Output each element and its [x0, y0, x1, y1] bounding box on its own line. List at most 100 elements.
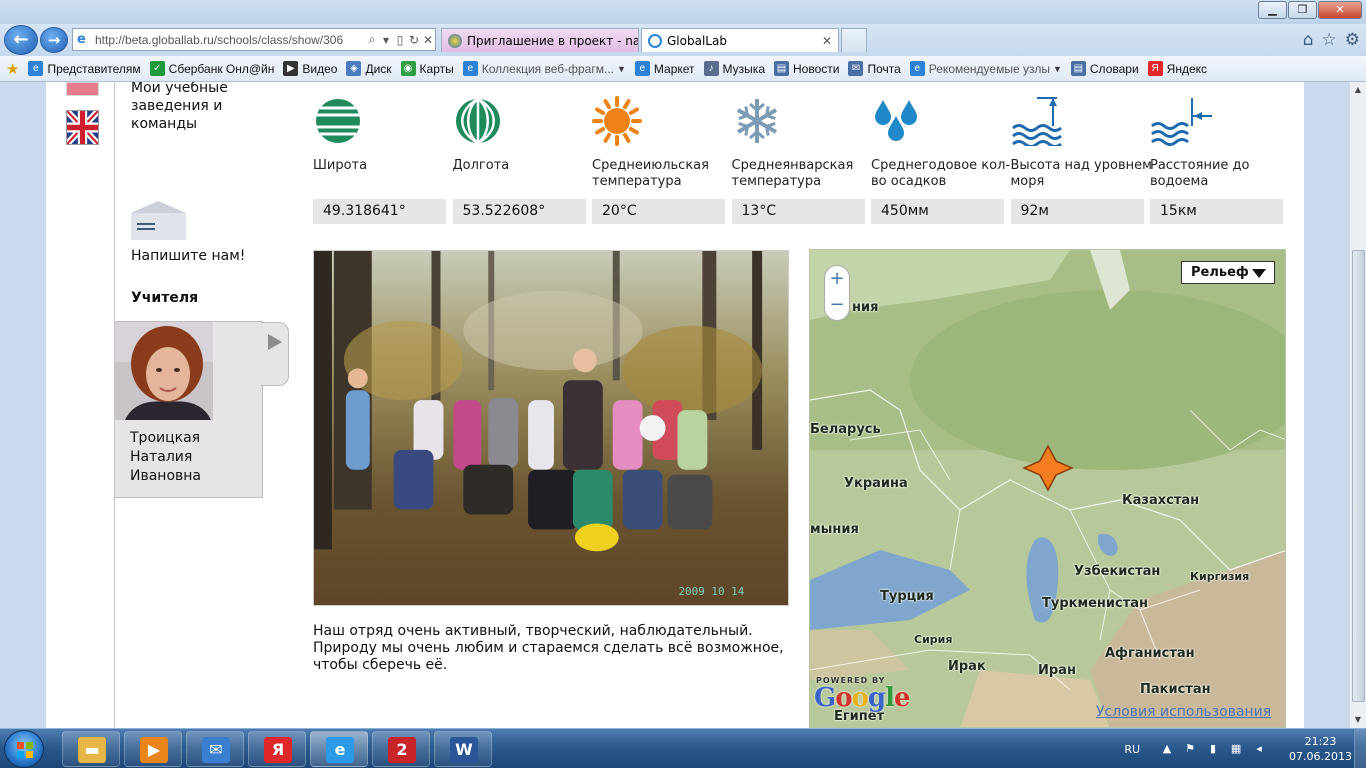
favorite-item[interactable]: ✉ Почта [848, 61, 901, 76]
param-label: Расстояние до водоема [1150, 158, 1250, 189]
google-logo[interactable]: Google [814, 683, 911, 713]
clock[interactable]: 21:23 07.06.2013 [1289, 734, 1352, 764]
favorites-star-icon[interactable]: ★ [6, 60, 19, 78]
dropdown-arrow-icon[interactable]: ▼ [617, 64, 626, 74]
taskbar-app-app-red[interactable]: 2 [372, 731, 430, 767]
favorite-item[interactable]: ✓ Сбербанк Онл@йн [149, 61, 274, 76]
favorites-list: e Представителям ✓ Сбербанк Онл@йн ▶ Видео ◈ Ди… [28, 61, 1216, 76]
language-indicator[interactable]: RU [1124, 743, 1140, 756]
teacher-card[interactable]: Троицкая Наталия Ивановна [115, 321, 289, 498]
flag-icon[interactable]: ⚑ [1183, 742, 1197, 756]
favorite-label: Коллекция веб-фрагм... [481, 61, 614, 76]
refresh-icon[interactable]: ↻ [407, 33, 421, 47]
team-description: Наш отряд очень активный, творческий, на… [313, 623, 784, 673]
favorite-label: Словари [1089, 61, 1139, 76]
tray-expand-icon[interactable]: ▲ [1160, 742, 1174, 756]
param-value: 20°C [592, 199, 725, 224]
favorite-item[interactable]: e Маркет [634, 61, 695, 76]
favorite-label: Новости [793, 61, 840, 76]
minimize-button[interactable]: ▁ [1258, 1, 1287, 19]
zoom-out-button[interactable]: − [825, 292, 849, 318]
play-arrow-icon[interactable] [268, 334, 282, 350]
param-water-distance: Расстояние до водоема 15км [1150, 96, 1290, 224]
uk-flag-icon[interactable] [66, 110, 99, 145]
media-player-icon: ▶ [140, 737, 168, 763]
ie-page-icon: e [77, 31, 86, 47]
volume-icon[interactable]: ◂ [1252, 742, 1266, 756]
param-label: Широта [313, 158, 368, 173]
home-icon[interactable]: ⌂ [1303, 30, 1314, 50]
scroll-down-icon[interactable]: ▼ [1350, 712, 1366, 728]
institutions-link[interactable]: Мои учебные заведения и команды [131, 82, 271, 133]
ie-page-icon: e [462, 61, 478, 76]
favorite-item[interactable]: ◈ Диск [346, 61, 392, 76]
settings-gear-icon[interactable]: ⚙ [1345, 30, 1360, 50]
yandex-icon: Я [1147, 61, 1163, 76]
close-button[interactable]: ✕ [1318, 1, 1362, 19]
favorite-item[interactable]: Я Яндекс [1147, 61, 1207, 76]
show-desktop-button[interactable] [1354, 729, 1366, 768]
page-viewport: Мои учебные заведения и команды Напишите… [0, 82, 1349, 728]
dropdown-icon[interactable]: ▾ [379, 33, 393, 47]
page-margin-left [0, 82, 46, 728]
stop-icon[interactable]: ✕ [421, 33, 435, 47]
zoom-in-button[interactable]: + [825, 266, 849, 292]
favorites-star-icon[interactable]: ☆ [1322, 30, 1337, 50]
param-raindrops: Среднегодовое кол-во осадков 450мм [871, 96, 1011, 224]
favorite-item[interactable]: e Представителям [28, 61, 141, 76]
favorite-item[interactable]: e Рекомендуемые узлы ▼ [909, 61, 1062, 76]
taskbar-app-media[interactable]: ▶ [124, 731, 182, 767]
location-map[interactable]: + − Рельеф Беларусь Украина Казахстан Уз… [809, 249, 1286, 728]
maximize-button[interactable]: ❐ [1288, 1, 1317, 19]
favorite-item[interactable]: ♪ Музыка [703, 61, 765, 76]
map-label: Иран [1038, 663, 1076, 678]
map-label: Пакистан [1140, 682, 1211, 697]
taskbar-app-explorer[interactable]: ▬ [62, 731, 120, 767]
favorite-label: Диск [365, 61, 392, 76]
usb-icon[interactable]: ▮ [1206, 742, 1220, 756]
map-label: мыния [810, 522, 859, 537]
param-value: 53.522608° [452, 199, 586, 224]
taskbar-app-mail[interactable]: ✉ [186, 731, 244, 767]
taskbar-app-word[interactable]: W [434, 731, 492, 767]
write-us-link[interactable]: Напишите нам! [131, 247, 245, 265]
param-value: 49.318641° [313, 199, 446, 224]
map-type-selector[interactable]: Рельеф [1181, 261, 1275, 284]
scroll-up-icon[interactable]: ▲ [1350, 82, 1366, 98]
tab-invitation[interactable]: Приглашение в проект - nat... [441, 28, 639, 52]
param-meridian: Долгота 53.522608° [452, 96, 593, 224]
vertical-scrollbar[interactable]: ▲ ▼ [1349, 82, 1366, 728]
back-button[interactable]: ← [4, 25, 38, 55]
forward-button[interactable]: → [40, 27, 68, 53]
taskbar-app-ie[interactable]: e [310, 731, 368, 767]
favorite-label: Видео [302, 61, 338, 76]
navigation-bar: ← → e http://beta.globallab.ru/schools/c… [0, 24, 1366, 56]
map-label: Казахстан [1122, 493, 1200, 508]
favorite-item[interactable]: ▶ Видео [283, 61, 337, 76]
envelope-icon[interactable] [131, 201, 186, 240]
compat-view-icon[interactable]: ▯ [393, 33, 407, 47]
address-bar[interactable]: e http://beta.globallab.ru/schools/class… [72, 28, 436, 51]
map-label: Турция [880, 589, 934, 604]
video-icon: ▶ [283, 61, 299, 76]
map-label: ния [852, 300, 879, 315]
taskbar-app-yandex[interactable]: Я [248, 731, 306, 767]
favorite-item[interactable]: ▤ Словари [1070, 61, 1139, 76]
network-icon[interactable]: ▦ [1229, 742, 1243, 756]
russian-flag-icon[interactable] [66, 82, 99, 96]
teacher-name[interactable]: Троицкая Наталия Ивановна [130, 429, 240, 486]
favorite-item[interactable]: e Коллекция веб-фрагм... ▼ [462, 61, 626, 76]
dropdown-arrow-icon[interactable]: ▼ [1053, 64, 1062, 74]
terms-of-use-link[interactable]: Условия использования [1096, 704, 1271, 720]
scrollbar-thumb[interactable] [1352, 250, 1365, 702]
favorite-item[interactable]: ◉ Карты [400, 61, 454, 76]
start-button[interactable] [4, 730, 44, 768]
search-icon[interactable]: ⌕ [365, 32, 379, 47]
favorite-label: Маркет [653, 61, 695, 76]
tab-globallab[interactable]: GlobalLab ✕ [641, 28, 839, 52]
close-tab-icon[interactable]: ✕ [818, 34, 832, 48]
address-url[interactable]: http://beta.globallab.ru/schools/class/s… [95, 33, 365, 47]
favorite-item[interactable]: ▤ Новости [774, 61, 839, 76]
system-tray: RU ▲ ⚑ ▮ ▦ ◂ 21:23 07.06.2013 [1124, 729, 1352, 768]
new-tab-button[interactable] [841, 28, 867, 52]
